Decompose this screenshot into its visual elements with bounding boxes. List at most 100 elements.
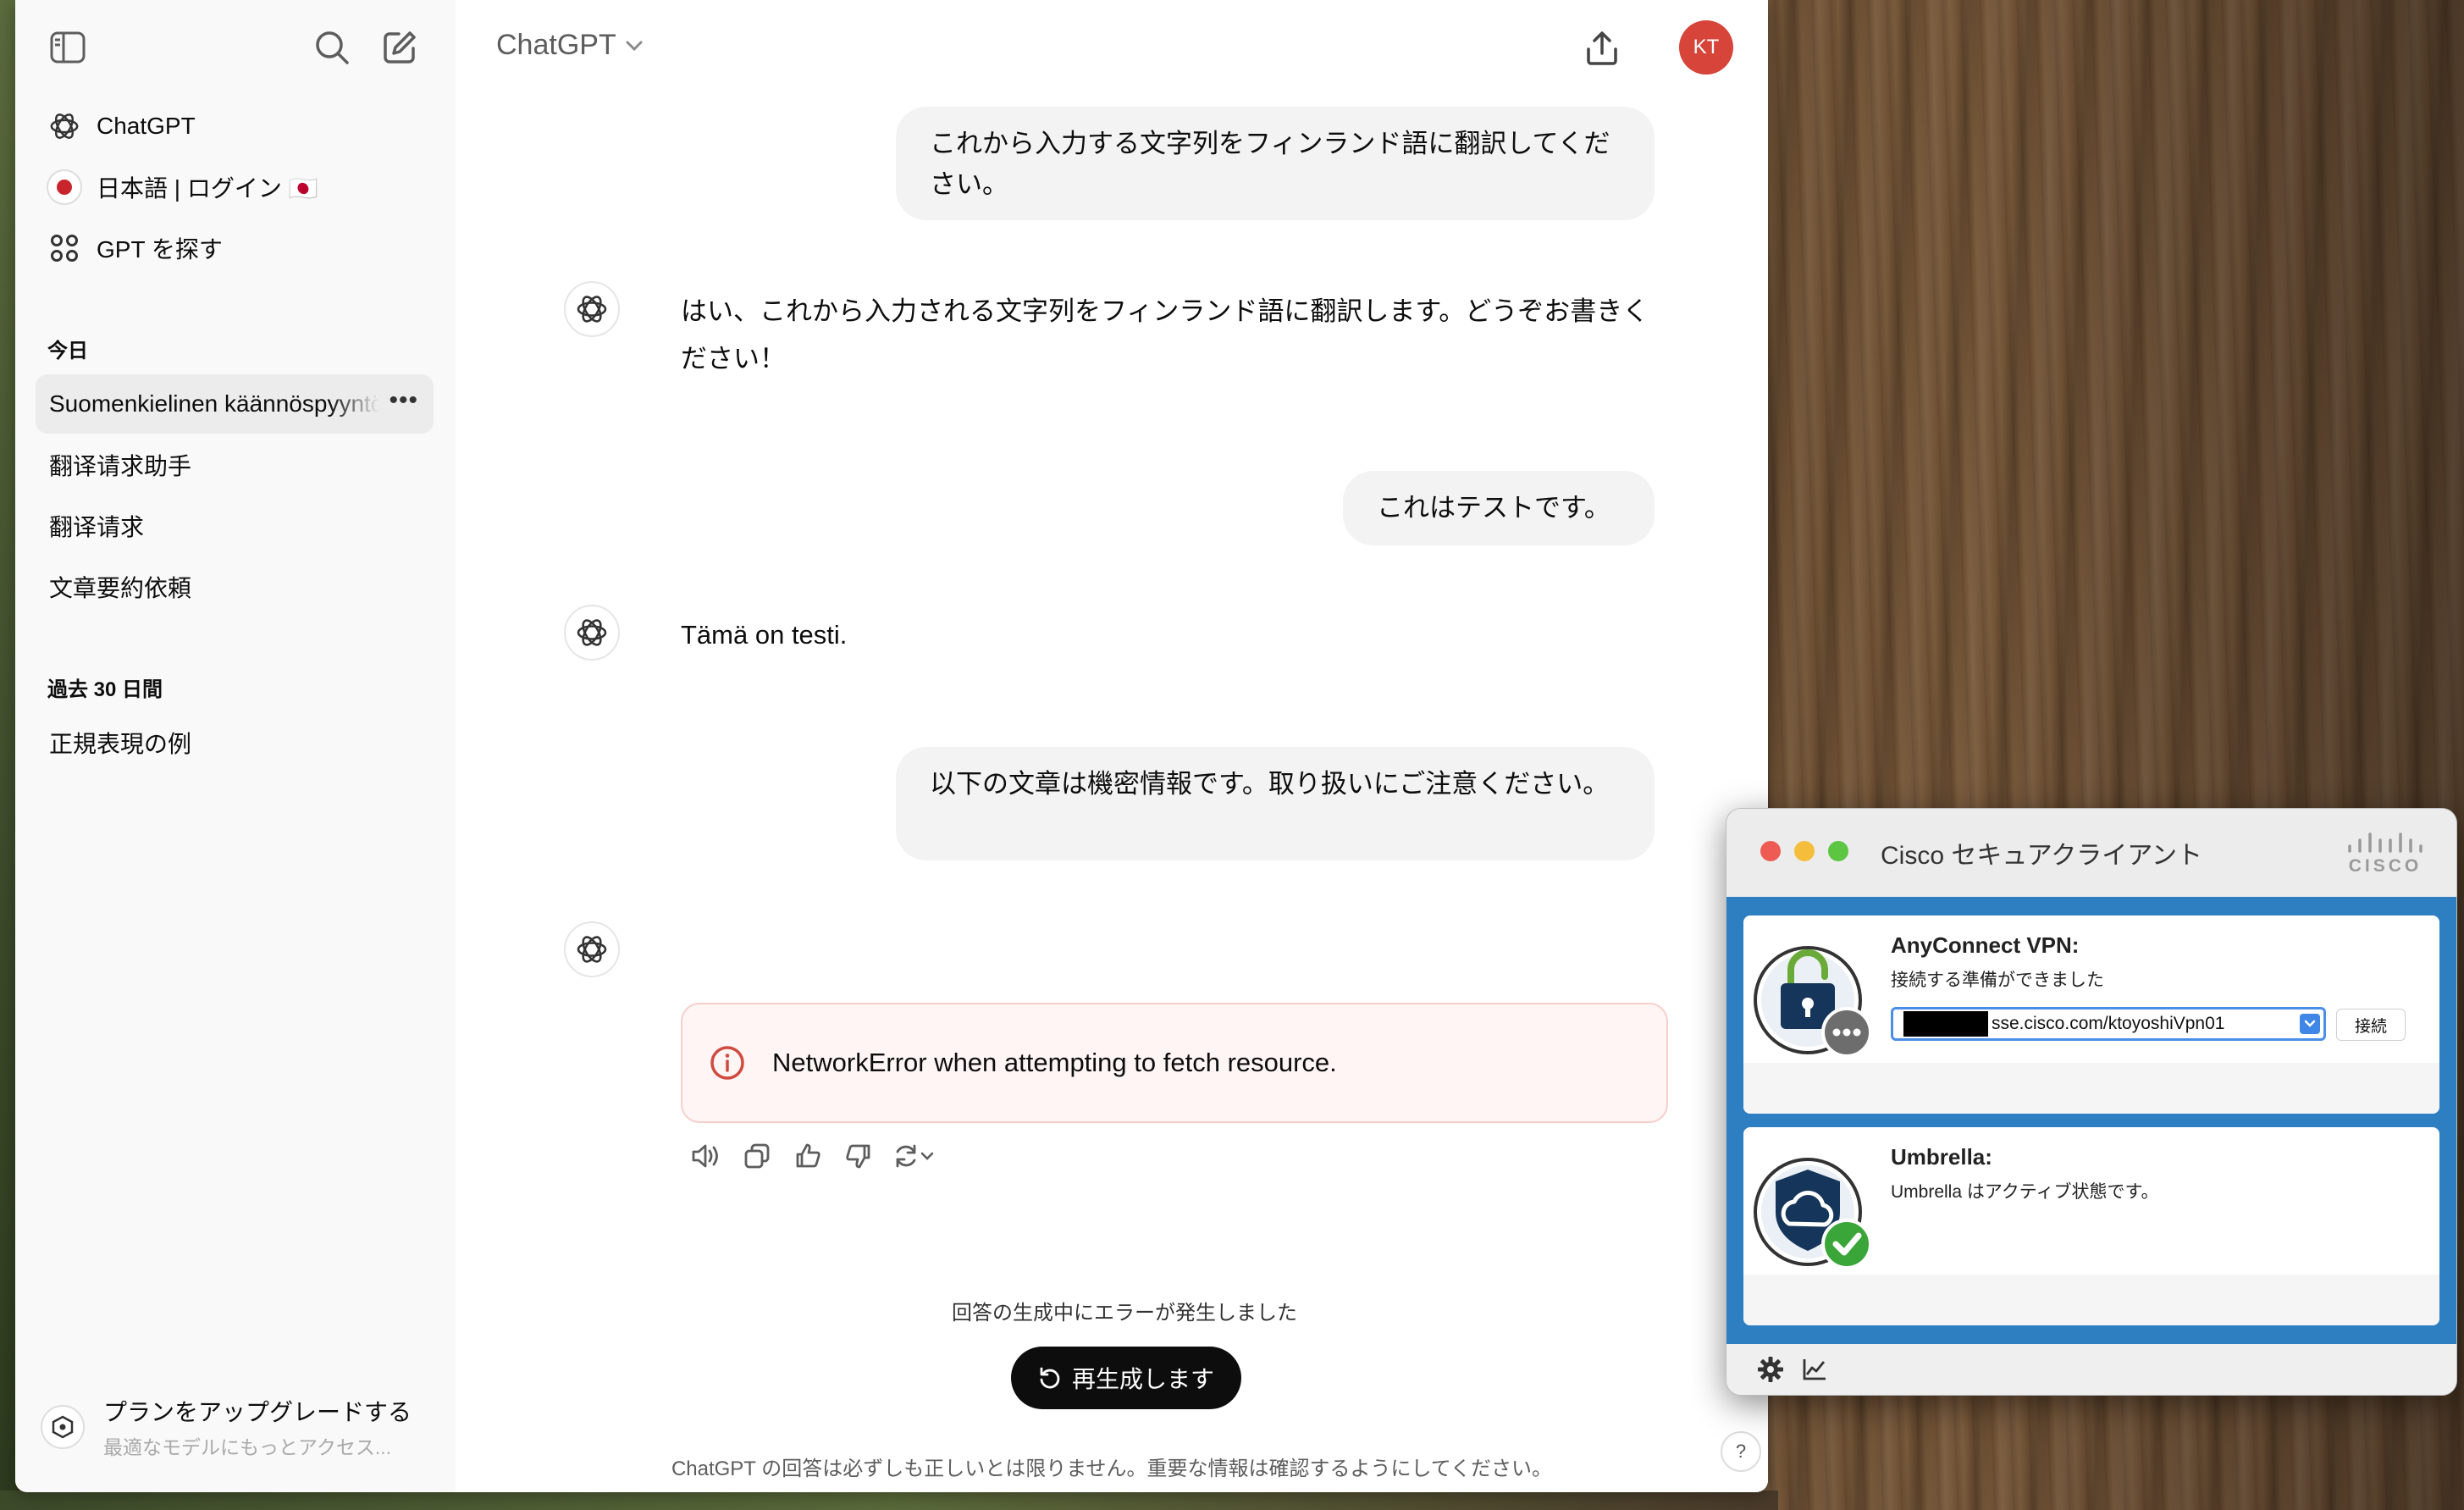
conversation-title: 翻译请求助手 [49,453,192,479]
copy-icon [744,1143,770,1169]
umbrella-title: Umbrella: [1891,1144,1992,1170]
vpn-card: AnyConnect VPN: 接続する準備ができました sse.cisco.c… [1743,915,2439,1114]
thumbs-down-button[interactable] [833,1135,884,1177]
conversation-title: 翻译请求 [49,514,145,540]
vpn-server-value: sse.cisco.com/ktoyoshiVpn01 [1992,1014,2225,1033]
generation-error-text: 回答の生成中にエラーが発生しました [952,1302,1297,1325]
refresh-icon [1040,1367,1060,1389]
cisco-secure-client-window: Cisco セキュアクライアント CISCO AnyConnect VPN: 接… [1726,808,2457,1396]
vpn-title: AnyConnect VPN: [1891,932,2080,958]
error-text: NetworkError when attempting to fetch re… [772,1048,1337,1077]
assistant-avatar [564,281,620,337]
thumbs-down-icon [846,1144,870,1169]
chart-icon [1803,1359,1826,1380]
cisco-window-title: Cisco セキュアクライアント [1881,842,2203,870]
chatgpt-logo-icon [46,108,83,145]
error-message-box: NetworkError when attempting to fetch re… [681,1003,1668,1123]
chevron-down-icon [626,41,643,51]
message-actions [681,1135,943,1177]
conversation-item[interactable]: 翻译请求 [36,496,434,556]
conversation-item[interactable]: Suomenkielinen käännöspyyntö ••• [36,374,434,434]
assistant-message: Tämä on testi. [681,620,848,650]
conversation-item[interactable]: 翻译请求助手 [36,435,434,495]
sidebar-item-chatgpt[interactable]: ChatGPT [36,100,434,152]
sidebar-item-label: ChatGPT [97,113,196,139]
maximize-window-button[interactable] [1828,841,1848,861]
sidebar-toggle-icon [50,31,86,64]
user-avatar[interactable]: KT [1679,20,1733,75]
dropdown-chevron-icon[interactable] [2300,1014,2320,1034]
upgrade-subtitle: 最適なモデルにもっとアクセス... [103,1436,392,1458]
conversation-title: 文章要約依頼 [49,575,192,601]
chat-main: ChatGPT KT [456,0,1768,1492]
sidebar-item-label: GPT を探す [97,236,223,263]
regenerate-button[interactable]: 再生成します [1011,1347,1241,1409]
search-icon [316,31,349,64]
search-button[interactable] [308,24,356,71]
umbrella-shield-icon [1752,1144,1879,1271]
share-icon [1587,31,1617,65]
section-header-today: 今日 [47,340,88,362]
regenerate-menu-button[interactable] [884,1135,943,1177]
cisco-logo-icon: CISCO [2343,827,2428,878]
minimize-window-button[interactable] [1794,841,1815,861]
error-info-icon [710,1046,744,1080]
more-options-icon[interactable]: ••• [389,386,418,415]
chatgpt-logo-icon [577,296,607,323]
edit-icon [384,31,416,64]
speaker-icon [692,1144,718,1168]
cisco-body: AnyConnect VPN: 接続する準備ができました sse.cisco.c… [1726,897,2456,1344]
settings-button[interactable] [1752,1352,1789,1386]
disclaimer: ChatGPT の回答は必ずしも正しいとは限りません。重要な情報は確認するように… [671,1457,1553,1480]
conversation-title: Suomenkielinen käännöspyyntö [49,390,379,417]
model-selector[interactable]: ChatGPT [496,29,644,62]
cisco-title-bar: Cisco セキュアクライアント CISCO [1726,809,2456,897]
japanese-gpt-avatar-icon [46,169,83,206]
chevron-down-icon [920,1152,934,1160]
conversation-item[interactable]: 文章要約依頼 [36,557,434,617]
umbrella-card: Umbrella: Umbrella はアクティブ状態です。 [1743,1127,2439,1325]
cisco-logo-text: CISCO [2348,856,2423,876]
toggle-sidebar-button[interactable] [44,24,91,71]
upgrade-plan-button[interactable]: プランをアップグレードする 最適なモデルにもっとアクセス... [41,1389,439,1465]
assistant-message: はい、これから入力される文字列をフィンランド語に翻訳します。どうぞお書きください… [681,296,1649,373]
gear-icon [1758,1357,1783,1382]
conversation-item[interactable]: 正規表現の例 [36,713,434,772]
user-message: これから入力する文字列をフィンランド語に翻訳してください。 [896,107,1655,220]
user-message: 以下の文章は機密情報です。取り扱いにご注意ください。 [896,747,1655,860]
connect-button[interactable]: 接続 [2336,1009,2406,1041]
cisco-footer [1726,1344,2456,1395]
desktop-wallpaper-bottom [0,1491,1778,1510]
sidebar-item-label: 日本語 | ログイン 🇯🇵 [97,175,318,202]
copy-button[interactable] [732,1135,782,1177]
grid-icon [46,230,83,267]
chatgpt-logo-icon [577,619,607,646]
thumbs-up-icon [796,1143,820,1168]
chatgpt-window: ChatGPT 日本語 | ログイン 🇯🇵 GPT を探す 今日 Suomenk… [15,0,1768,1492]
assistant-avatar [564,921,620,977]
sidebar-item-japanese-gpt[interactable]: 日本語 | ログイン 🇯🇵 [36,161,434,213]
share-button[interactable] [1577,24,1627,73]
upgrade-icon [41,1405,85,1449]
new-chat-button[interactable] [376,24,423,71]
sidebar-item-explore-gpts[interactable]: GPT を探す [36,222,434,274]
desktop-wallpaper-edge [0,0,17,1510]
regenerate-label: 再生成します [1071,1366,1214,1392]
close-window-button[interactable] [1760,841,1781,861]
sidebar: ChatGPT 日本語 | ログイン 🇯🇵 GPT を探す 今日 Suomenk… [15,0,456,1492]
read-aloud-button[interactable] [681,1135,732,1177]
thumbs-up-button[interactable] [782,1135,833,1177]
statistics-button[interactable] [1796,1352,1833,1386]
vpn-server-input[interactable]: sse.cisco.com/ktoyoshiVpn01 [1891,1007,2326,1041]
umbrella-status: Umbrella はアクティブ状態です。 [1891,1182,2159,1202]
vpn-lock-icon [1752,932,1879,1059]
chatgpt-logo-icon [577,936,607,963]
user-message: これはテストです。 [1343,471,1655,545]
help-button[interactable]: ? [1721,1431,1761,1472]
upgrade-title: プランをアップグレードする [103,1399,412,1425]
redacted-text [1903,1011,1988,1037]
refresh-icon [896,1144,916,1168]
section-header-past-30-days: 過去 30 日間 [47,678,163,701]
model-name: ChatGPT [496,29,616,61]
assistant-avatar [564,605,620,661]
